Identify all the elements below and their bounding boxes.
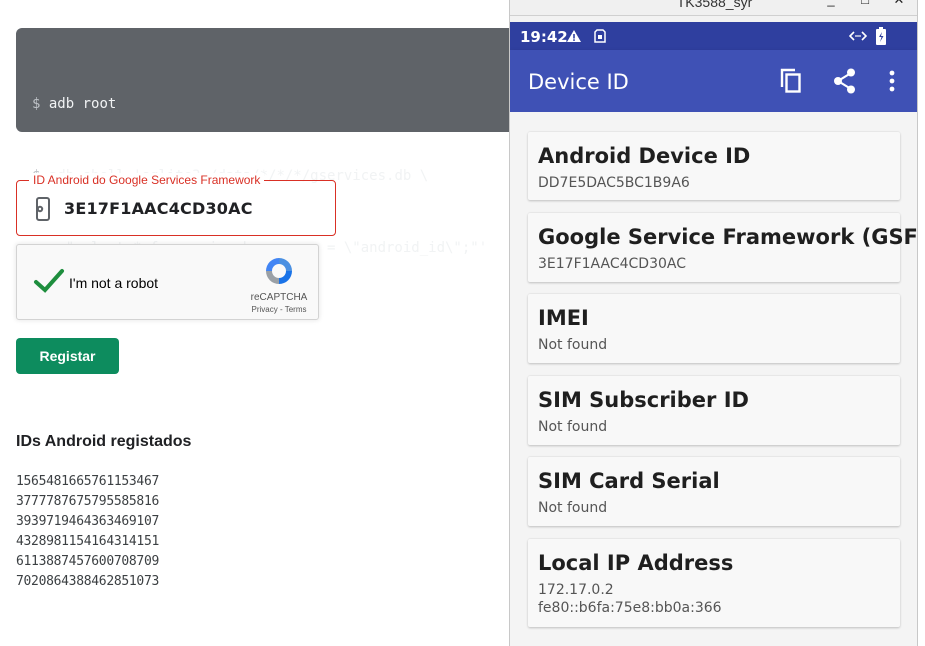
card-title: IMEI — [538, 306, 589, 330]
card-value: Not found — [538, 500, 608, 516]
device-info-list[interactable]: Android Device ID DD7E5DAC5BC1B9A6 Googl… — [510, 112, 917, 646]
recaptcha-widget[interactable]: I'm not a robot reCAPTCHA Privacy - Term… — [16, 244, 319, 320]
window-title: TK3588_syr — [676, 0, 753, 10]
card-value: 172.17.0.2 — [538, 582, 614, 598]
card-value-secondary: fe80::b6fa:75e8:bb0a:366 — [538, 600, 722, 616]
window-titlebar[interactable]: TK3588_syr _ □ ✕ — [510, 0, 917, 16]
recaptcha-privacy-link[interactable]: Privacy — [252, 305, 278, 314]
recaptcha-brand: reCAPTCHA — [250, 292, 308, 303]
status-time: 19:42 — [520, 28, 568, 46]
card-title: SIM Card Serial — [538, 469, 720, 493]
list-item: 3777787675795585816 — [16, 494, 160, 509]
code-text: adb root — [48, 96, 117, 112]
list-item: 4328981154164314151 — [16, 534, 160, 549]
info-card-imei[interactable]: IMEI Not found — [528, 294, 900, 363]
card-title: Local IP Address — [538, 551, 734, 575]
info-card-gsf[interactable]: Google Service Framework (GSF) 3E17F1AAC… — [528, 213, 917, 282]
share-icon[interactable] — [832, 67, 858, 95]
warning-icon — [567, 30, 581, 42]
recaptcha-links: Privacy - Terms — [243, 305, 315, 314]
card-title: Android Device ID — [538, 144, 751, 168]
info-card-sim-subscriber[interactable]: SIM Subscriber ID Not found — [528, 376, 900, 445]
more-vert-icon[interactable] — [879, 67, 905, 95]
list-item: 6113887457600708709 — [16, 554, 160, 569]
app-toolbar: Device ID — [510, 50, 917, 112]
recaptcha-logo-icon — [266, 258, 292, 284]
registered-ids-heading: IDs Android registados — [16, 433, 192, 450]
list-item: 7020864388462851073 — [16, 574, 160, 589]
card-title: Google Service Framework (GSF) — [538, 225, 918, 249]
close-icon[interactable]: ✕ — [892, 0, 906, 8]
app-title: Device ID — [528, 70, 629, 94]
checkmark-icon[interactable] — [33, 267, 65, 295]
card-title: SIM Subscriber ID — [538, 388, 749, 412]
register-button[interactable]: Registar — [16, 338, 119, 374]
list-item: 1565481665761153467 — [16, 474, 160, 489]
info-card-sim-serial[interactable]: SIM Card Serial Not found — [528, 457, 900, 526]
card-value: Not found — [538, 419, 608, 435]
card-value: DD7E5DAC5BC1B9A6 — [538, 175, 690, 191]
device-settings-icon — [36, 197, 50, 221]
gsf-id-field[interactable]: ID Android do Google Services Framework … — [16, 173, 336, 236]
sim-icon — [594, 29, 606, 43]
maximize-icon[interactable]: □ — [858, 0, 872, 8]
adb-command-code-block[interactable]: $ adb root $ adb shell 'sqlite3 /data/*/… — [16, 28, 536, 256]
card-value: 3E17F1AAC4CD30AC — [538, 256, 686, 272]
info-card-local-ip[interactable]: Local IP Address 172.17.0.2 fe80::b6fa:7… — [528, 539, 900, 627]
recaptcha-terms-link[interactable]: Terms — [285, 305, 307, 314]
minimize-icon[interactable]: _ — [824, 0, 838, 8]
code-line-1: $ adb root — [32, 92, 536, 116]
recaptcha-link-separator: - — [277, 305, 285, 314]
info-card-android-id[interactable]: Android Device ID DD7E5DAC5BC1B9A6 — [528, 132, 900, 200]
gsf-id-field-label: ID Android do Google Services Framework — [29, 173, 265, 187]
code-prompt: $ — [32, 96, 41, 112]
battery-icon — [876, 27, 886, 45]
registered-ids-list: 1565481665761153467 3777787675795585816 … — [16, 472, 159, 592]
copy-icon[interactable] — [778, 67, 804, 95]
list-item: 3939719464363469107 — [16, 514, 160, 529]
android-status-bar: 19:42 — [510, 22, 917, 50]
emulator-window: TK3588_syr _ □ ✕ 19:42 Device ID — [509, 0, 918, 646]
card-value: Not found — [538, 337, 608, 353]
recaptcha-label: I'm not a robot — [69, 275, 159, 291]
network-arrows-icon — [849, 31, 867, 41]
gsf-id-field-value[interactable]: 3E17F1AAC4CD30AC — [64, 199, 253, 218]
